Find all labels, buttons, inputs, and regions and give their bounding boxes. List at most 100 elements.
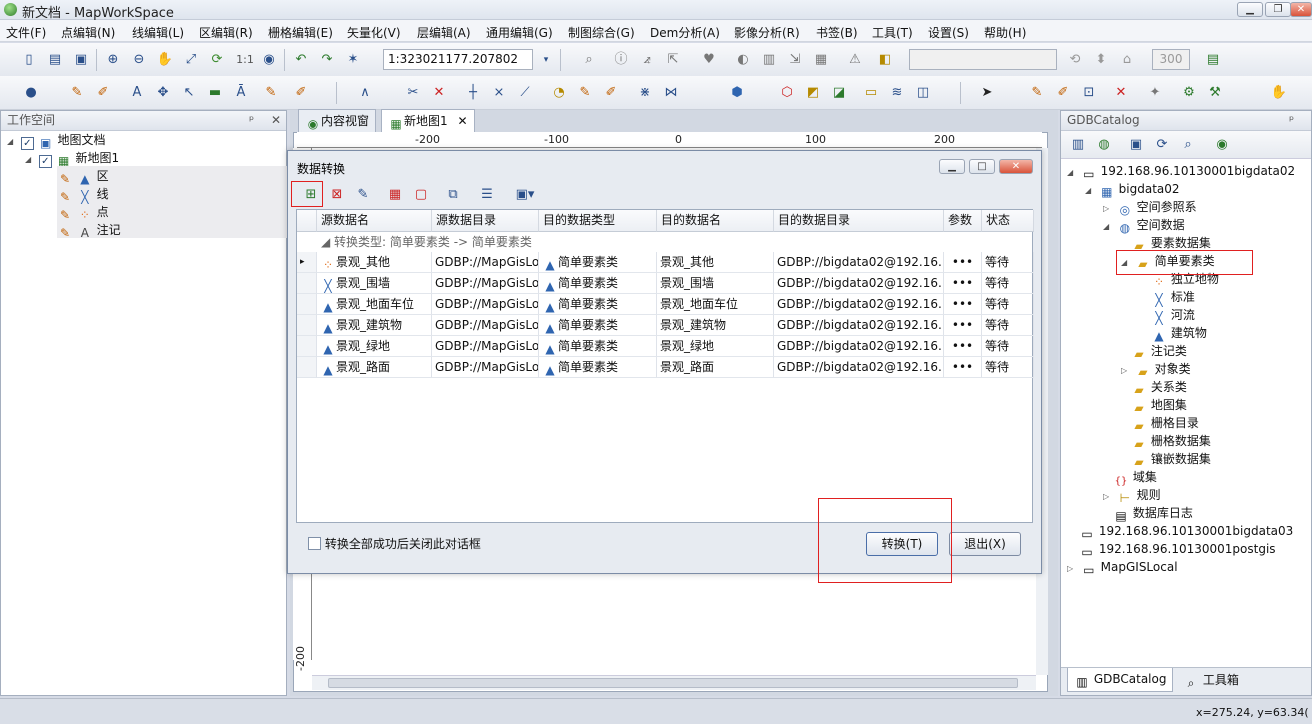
restore-button[interactable]: ❐ xyxy=(1265,2,1291,17)
edit-state-icon[interactable]: ✎ xyxy=(57,225,73,241)
node-db-log[interactable]: ▤ 数据库日志 xyxy=(1113,504,1193,523)
remove-data-icon[interactable]: ⊠ xyxy=(328,186,346,204)
tree-node-doc[interactable]: ◢ ✓ ▣ 地图文档 xyxy=(7,131,106,151)
node-server1[interactable]: ◢ ▭ 192.168.96.10130001bigdata02 xyxy=(1067,162,1295,181)
map-h-scrollbar[interactable] xyxy=(312,675,1036,690)
stepper-icon[interactable]: ⬍ xyxy=(1092,51,1110,69)
edit-attr-icon[interactable]: ✎ xyxy=(1028,84,1046,102)
menu-vectorize[interactable]: 矢量化(V) xyxy=(347,24,401,41)
edit-area2-icon[interactable]: ✐ xyxy=(602,84,620,102)
db-icon[interactable]: ◍ xyxy=(1095,136,1113,154)
layer-combo[interactable] xyxy=(909,49,1057,70)
tab-close-icon[interactable]: ✕ xyxy=(457,114,467,128)
col-dst-type[interactable]: 目的数据类型 xyxy=(539,210,657,232)
dialog-maximize-button[interactable]: □ xyxy=(969,159,995,174)
new-doc-icon[interactable]: ▯ xyxy=(20,51,38,69)
paint-icon[interactable]: ✦ xyxy=(1146,84,1164,102)
tab-gdbcatalog[interactable]: ▥ GDBCatalog xyxy=(1067,668,1174,692)
polygon-icon[interactable]: ⬢ xyxy=(728,84,746,102)
cursor-text-icon[interactable]: ↖ xyxy=(180,84,198,102)
tool-icon[interactable]: ⚒ xyxy=(1206,84,1224,102)
text-style-icon[interactable]: Ā xyxy=(232,84,250,102)
scroll-thumb[interactable] xyxy=(328,678,1018,688)
node-db[interactable]: ◢ ▦ bigdata02 xyxy=(1085,180,1180,200)
layer-icon[interactable]: ◧ xyxy=(876,51,894,69)
info-icon[interactable]: ⓘ xyxy=(612,51,630,69)
col-param[interactable]: 参数 xyxy=(944,210,982,232)
globe-icon[interactable]: ◉ xyxy=(1213,136,1231,154)
table-row[interactable]: ▸⁘景观_其他GDBP://MapGisLoca▲简单要素类景观_其他GDBP:… xyxy=(297,252,1034,273)
close-after-checkbox[interactable] xyxy=(308,537,321,550)
connect-icon[interactable]: ▥ xyxy=(1069,136,1087,154)
delete-line-icon[interactable]: ✕ xyxy=(430,84,448,102)
magic-wand-icon[interactable]: ✶ xyxy=(344,51,362,69)
node-fc-item[interactable]: ╳ 河流 xyxy=(1151,306,1194,325)
map-checkbox[interactable]: ✓ xyxy=(38,155,52,168)
table-row[interactable]: ╳景观_围墙GDBP://MapGisLoca▲简单要素类景观_围墙GDBP:/… xyxy=(297,273,1034,294)
node-fc-item[interactable]: ▲ 建筑物 xyxy=(1151,324,1206,343)
menu-settings[interactable]: 设置(S) xyxy=(928,24,969,41)
layer-line[interactable]: ✎ ╳ 线 xyxy=(57,185,109,204)
node-raster-cat[interactable]: ▰ 栅格目录 xyxy=(1131,414,1198,433)
select-arrow-icon[interactable]: ⇱ xyxy=(664,51,682,69)
node-relation[interactable]: ▰ 关系类 xyxy=(1131,378,1186,397)
node-domain[interactable]: {} 域集 xyxy=(1113,468,1157,487)
menu-point-edit[interactable]: 点编辑(N) xyxy=(61,24,115,41)
edit-line2-icon[interactable]: ✐ xyxy=(292,84,310,102)
node-fc-item[interactable]: ⁘ 独立地物 xyxy=(1151,270,1219,289)
node-server3[interactable]: ▭ 192.168.96.10130001postgis xyxy=(1079,540,1275,559)
collapse-icon[interactable]: ◢ xyxy=(7,133,17,151)
dialog-minimize-button[interactable]: ▁ xyxy=(939,159,965,174)
dialog-close-button[interactable]: ✕ xyxy=(999,159,1033,174)
edit-point-icon[interactable]: ✎ xyxy=(68,84,86,102)
menu-cartography[interactable]: 制图综合(G) xyxy=(568,24,635,41)
param-cell[interactable]: ••• xyxy=(944,273,982,294)
refresh-icon[interactable]: ⟳ xyxy=(1153,136,1171,154)
new-window-icon[interactable]: ▣ xyxy=(1127,136,1145,154)
open-icon[interactable]: ▤ xyxy=(46,51,64,69)
table-icon[interactable]: ▤ xyxy=(1204,51,1222,69)
layer-stack-icon[interactable]: ≋ xyxy=(888,84,906,102)
convert-button[interactable]: 转换(T) xyxy=(866,532,938,556)
edit-point2-icon[interactable]: ✐ xyxy=(94,84,112,102)
col-status[interactable]: 状态 xyxy=(982,210,1034,232)
collapse-icon[interactable]: ◢ xyxy=(25,151,35,169)
delete-area-icon[interactable]: ⬡ xyxy=(778,84,796,102)
menu-image-analysis[interactable]: 影像分析(R) xyxy=(734,24,800,41)
col-dst-name[interactable]: 目的数据名 xyxy=(657,210,774,232)
layer-annotation[interactable]: ✎ A 注记 xyxy=(57,221,121,241)
menu-area-edit[interactable]: 区编辑(R) xyxy=(199,24,253,41)
move-text-icon[interactable]: ✥ xyxy=(154,84,172,102)
toolbar-overflow-icon[interactable]: ▾ xyxy=(540,51,552,69)
menu-line-edit[interactable]: 线编辑(L) xyxy=(132,24,184,41)
close-pane-icon[interactable]: ✕ xyxy=(271,111,281,130)
edit-data-icon[interactable]: ✎ xyxy=(354,186,372,204)
refresh-icon[interactable]: ⟳ xyxy=(208,51,226,69)
home-icon[interactable]: ⌂ xyxy=(1118,51,1136,69)
tab-content-view[interactable]: ◉ 内容视窗 xyxy=(298,109,377,133)
undo-icon[interactable]: ⟲ xyxy=(1066,51,1084,69)
menu-file[interactable]: 文件(F) xyxy=(6,24,46,41)
select-all-icon[interactable]: ▦ xyxy=(386,186,404,204)
collapse-icon[interactable]: ◢ xyxy=(1085,182,1095,200)
expand-icon[interactable]: ▷ xyxy=(1103,488,1113,506)
param-cell[interactable]: ••• xyxy=(944,252,982,273)
params-icon[interactable]: ☰ xyxy=(478,186,496,204)
copy-icon[interactable]: ⧉ xyxy=(444,186,462,204)
contrast-icon[interactable]: ◐ xyxy=(734,51,752,69)
pin-icon[interactable]: ᵖ xyxy=(249,111,254,130)
zoom-out-icon[interactable]: ⊖ xyxy=(130,51,148,69)
export-icon[interactable]: ⇲ xyxy=(786,51,804,69)
menu-tools[interactable]: 工具(T) xyxy=(872,24,913,41)
cut-icon[interactable]: ✂ xyxy=(404,84,422,102)
collapse-icon[interactable]: ◢ xyxy=(321,235,334,249)
polyline-icon[interactable]: ∧ xyxy=(356,84,374,102)
node-object[interactable]: ▷ ▰ 对象类 xyxy=(1121,360,1191,379)
measure-icon[interactable]: ⦨ xyxy=(638,51,656,69)
area-tool2-icon[interactable]: ◪ xyxy=(830,84,848,102)
table-row[interactable]: ▲景观_地面车位GDBP://MapGisLoca▲简单要素类景观_地面车位GD… xyxy=(297,294,1034,315)
group-row[interactable]: ◢ 转换类型: 简单要素类 -> 简单要素类 xyxy=(317,232,1034,252)
menu-dem-analysis[interactable]: Dem分析(A) xyxy=(650,24,720,41)
menu-layer-edit[interactable]: 层编辑(A) xyxy=(417,24,471,41)
align-icon[interactable]: ▬ xyxy=(206,84,224,102)
